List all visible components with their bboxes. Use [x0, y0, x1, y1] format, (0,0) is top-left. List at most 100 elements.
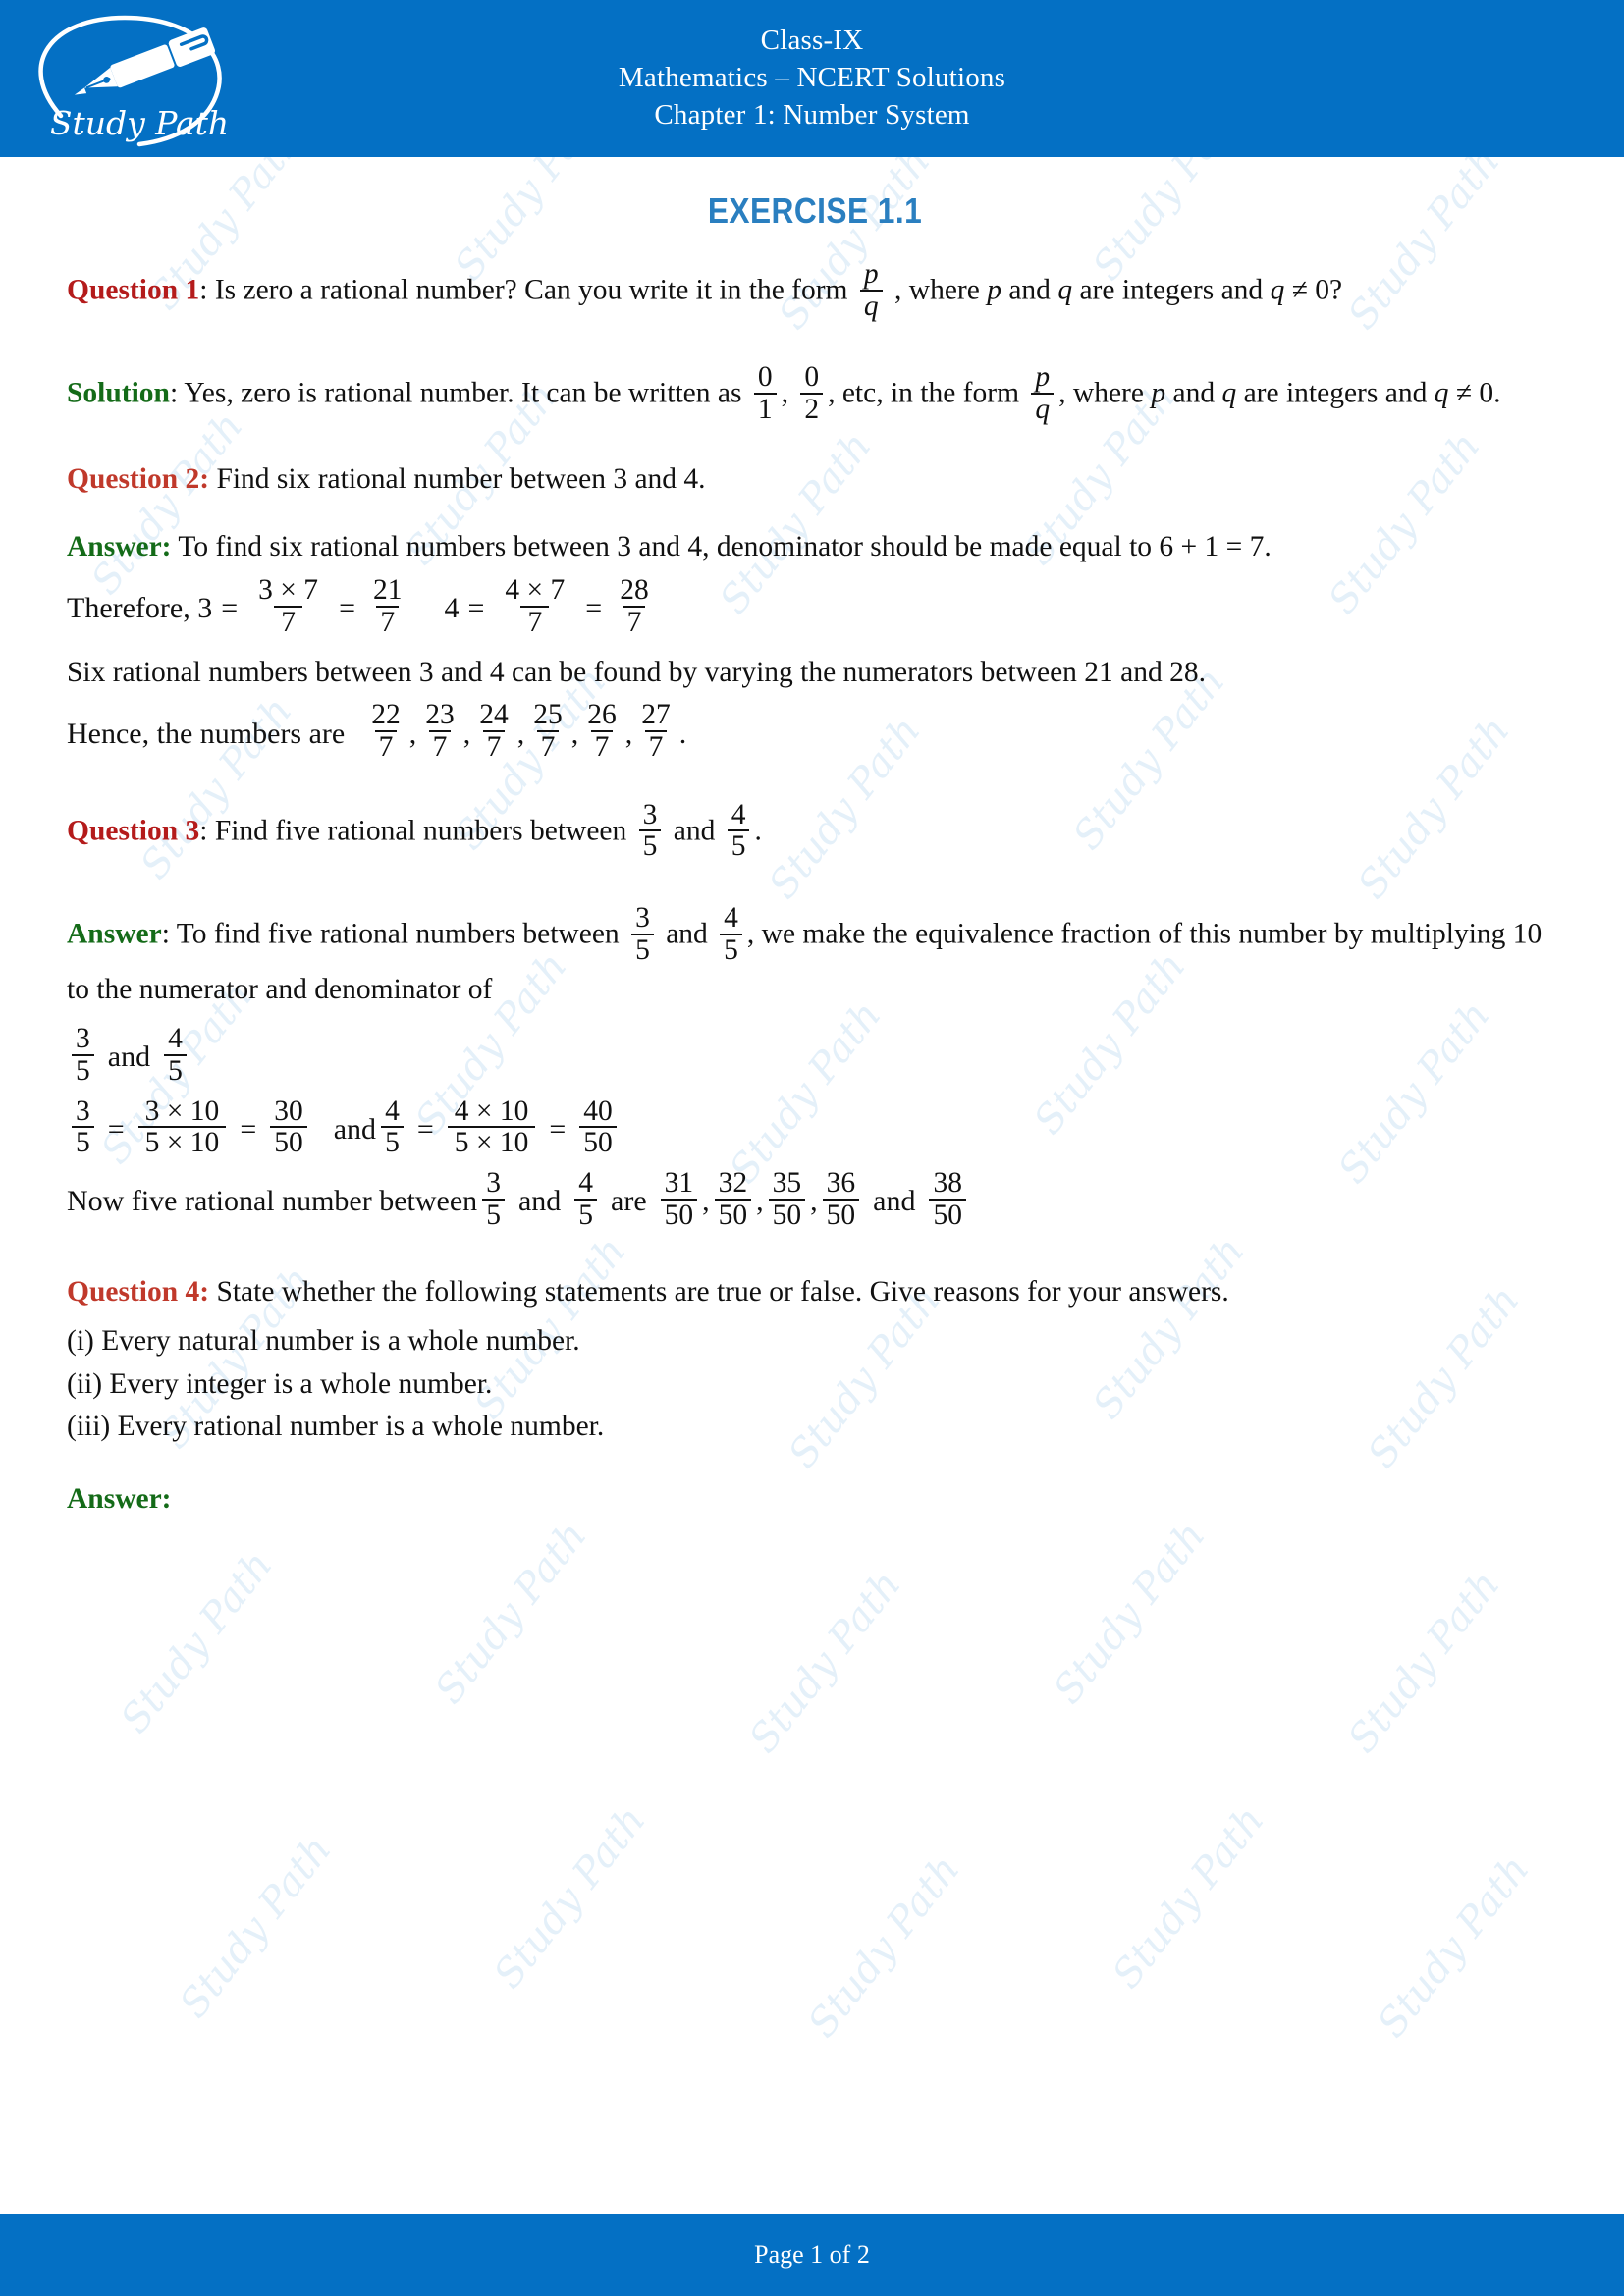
question-3-label: Question 3: [67, 815, 200, 847]
fraction-denominator: 2: [800, 393, 824, 425]
fraction-denominator: 7: [428, 730, 452, 763]
hence-label: Hence, the numbers are: [67, 717, 346, 750]
watermark: Study Path: [740, 1562, 910, 1762]
answer-2-text-a: To find six rational numbers between 3 a…: [178, 531, 1272, 563]
fraction-4-over-5: 4 5: [574, 1168, 598, 1231]
fraction-denominator: 5: [631, 933, 654, 966]
answer-2-text-b: Six rational numbers between 3 and 4 can…: [67, 656, 1207, 688]
fraction-denominator: 5: [72, 1126, 94, 1158]
answer-2-four: 4: [444, 592, 460, 625]
question-2-label: Question 2:: [67, 462, 210, 495]
question-1-text-c: are integers and: [1079, 274, 1264, 306]
watermark: Study Path: [485, 1797, 655, 1998]
fraction-4-over-5: 4 5: [164, 1024, 187, 1086]
fraction-3-over-5: 3 5: [638, 798, 662, 862]
watermark: Study Path: [1339, 1562, 1509, 1762]
fraction-numerator: 35: [772, 1166, 802, 1199]
fraction-0-over-1: 0 1: [753, 362, 777, 424]
answer-3-text-a: To find five rational numbers between: [176, 918, 620, 950]
fraction-numerator: 23: [425, 699, 455, 731]
question-1-block: Question 1: Is zero a rational number? C…: [67, 258, 1563, 323]
fraction-4x10-over-5x10: 4 × 10 5 × 10: [447, 1095, 536, 1158]
equals-sign: =: [585, 592, 603, 625]
fraction-denominator: 7: [274, 605, 302, 638]
answer-4-label: Answer:: [67, 1482, 172, 1515]
fraction-numerator: 3: [76, 1095, 90, 1127]
equals-sign: =: [221, 592, 239, 625]
fraction-numerator: p: [863, 258, 879, 290]
answer-3-final-and: and: [873, 1185, 916, 1218]
page-number-text: Page 1 of 2: [754, 2240, 870, 2269]
fraction-numerator: 0: [804, 361, 820, 394]
logo-wordmark: Study Path: [50, 104, 229, 142]
solution-1-comma-2: ,: [1058, 377, 1066, 409]
question-1-text-a: Is zero a rational number? Can you write…: [214, 274, 848, 306]
answer-3-now-text: Now five rational number between: [67, 1185, 478, 1218]
question-4-block: Question 4: State whether the following …: [67, 1269, 1563, 1316]
answer-2-label: Answer:: [67, 531, 172, 563]
fraction-24-over-7: 24 7: [475, 700, 513, 762]
fraction-25-over-7: 25 7: [529, 700, 567, 762]
fraction-numerator: p: [1035, 361, 1051, 394]
fraction-denominator: 7: [623, 605, 646, 638]
question-3-sep: :: [199, 815, 208, 847]
equals-sign: =: [339, 592, 355, 625]
fraction-denominator: 5: [720, 933, 742, 966]
question-1-var-q2: q: [1270, 274, 1285, 306]
fraction-numerator: 3 × 7: [258, 574, 319, 607]
fraction-numerator: 3: [642, 798, 658, 830]
answer-3-now-and: and: [517, 1185, 562, 1218]
equals-sign: =: [549, 1112, 567, 1146]
fraction-3x10-over-5x10: 3 × 10 5 × 10: [137, 1095, 227, 1158]
question-2-block: Question 2: Find six rational number bet…: [67, 456, 1563, 504]
fraction-p-over-q: p q: [859, 258, 883, 321]
question-4-text: State whether the following statements a…: [216, 1276, 1229, 1308]
fraction-40-over-50: 40 50: [579, 1095, 617, 1158]
fraction-numerator: 22: [371, 699, 401, 731]
answer-2-equation-row: Therefore, 3 = 3 × 7 7 = 21 7 4 = 4 × 7 …: [67, 574, 1563, 639]
fraction-36-over-50: 36 50: [822, 1166, 860, 1230]
answer-3-and: and: [666, 918, 708, 950]
fraction-denominator: 50: [768, 1198, 806, 1231]
answer-3-are: are: [611, 1185, 647, 1218]
list-separator: ,: [408, 717, 417, 750]
watermark: Study Path: [799, 1846, 969, 2047]
fraction-numerator: 40: [583, 1095, 613, 1127]
solution-1-var-q2: q: [1434, 377, 1449, 409]
fraction-denominator: 7: [590, 730, 614, 763]
solution-1-label: Solution: [67, 377, 170, 409]
fraction-numerator: 26: [587, 699, 617, 731]
fraction-21-over-7: 21 7: [369, 575, 406, 637]
question-1-var-p: p: [987, 274, 1001, 306]
question-4-item: (i) Every natural number is a whole numb…: [67, 1325, 580, 1357]
fraction-denominator: 5: [638, 829, 662, 862]
solution-1-sep: :: [169, 377, 179, 409]
fraction-denominator: q: [1031, 393, 1055, 425]
solution-1-comma-1: ,: [781, 377, 788, 409]
fraction-numerator: 36: [826, 1166, 856, 1199]
fraction-numerator: 4 × 10: [454, 1095, 529, 1127]
question-1-condition: ≠ 0?: [1291, 274, 1343, 306]
list-separator: ,: [810, 1185, 818, 1218]
fraction-denominator: 5: [574, 1198, 598, 1231]
fraction-numerator: 4: [385, 1095, 400, 1127]
solution-1-block: Solution: Yes, zero is rational number. …: [67, 361, 1563, 426]
fraction-denominator: 5: [727, 829, 750, 862]
fraction-28-over-7: 28 7: [616, 575, 653, 637]
answer-3-sep: :: [161, 918, 170, 950]
solution-1-var-q: q: [1221, 377, 1237, 409]
fraction-numerator: 4: [168, 1023, 183, 1055]
equals-sign: =: [107, 1112, 125, 1146]
list-separator: ,: [462, 717, 471, 750]
fraction-numerator: 25: [533, 699, 563, 731]
list-separator: ,: [570, 717, 579, 750]
fraction-numerator: 3: [635, 902, 650, 934]
list-separator: ,: [516, 717, 525, 750]
fraction-denominator: 50: [929, 1198, 966, 1231]
watermark: Study Path: [1045, 1513, 1215, 1713]
fraction-numerator: 38: [933, 1166, 962, 1199]
answer-3-fraction-pair: 3 5 and 4 5: [67, 1024, 1563, 1088]
